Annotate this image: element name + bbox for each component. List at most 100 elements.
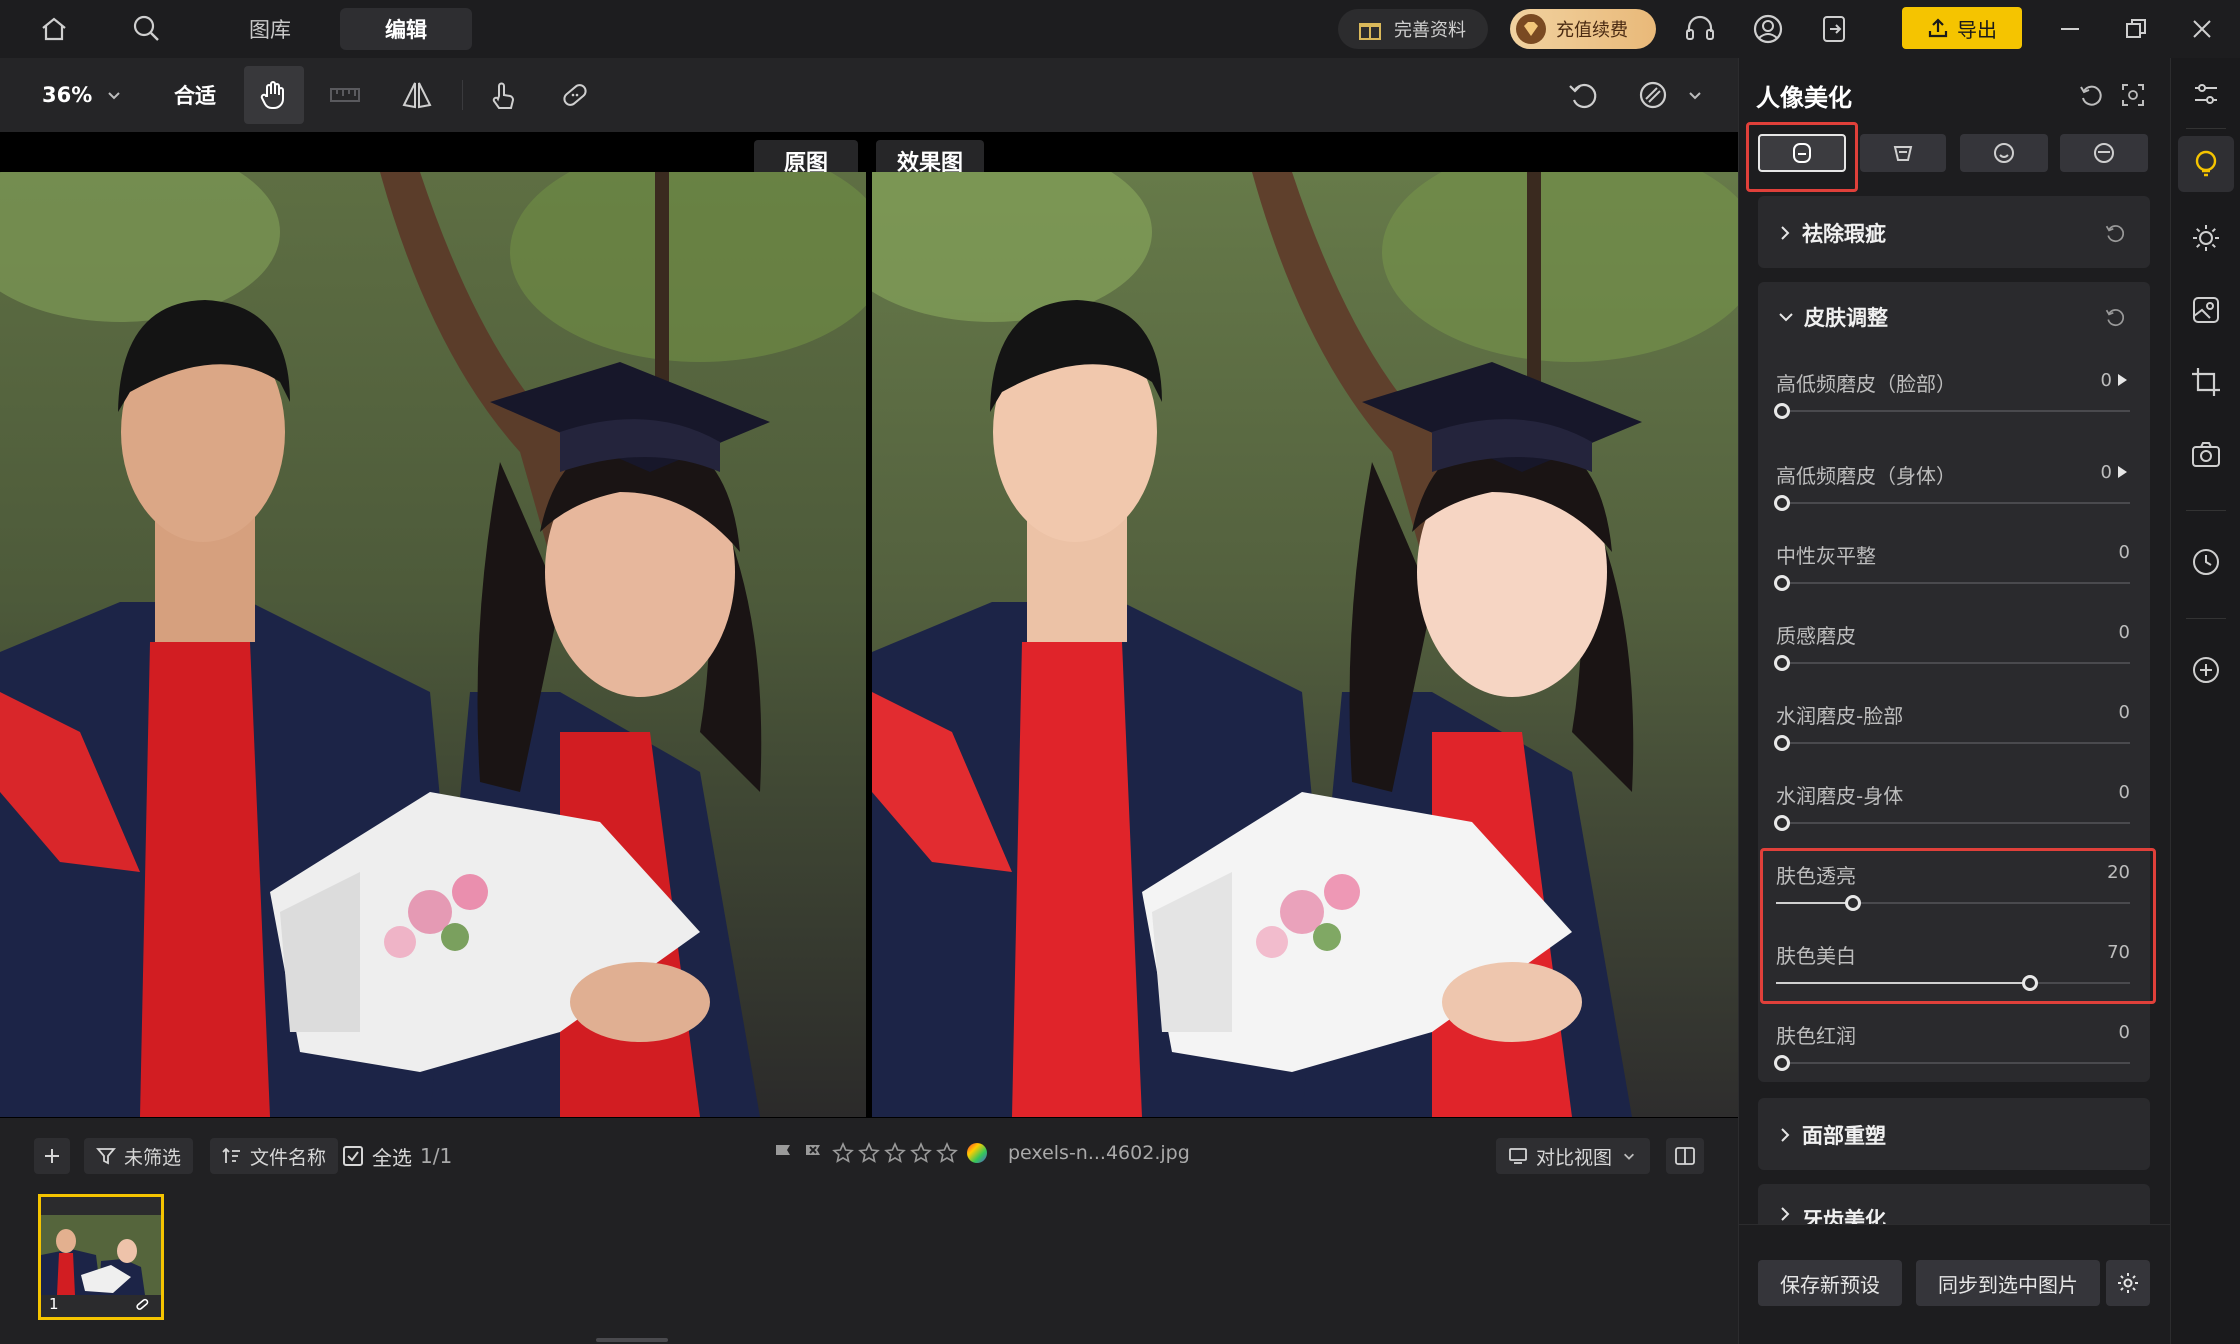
star-icon[interactable]	[910, 1142, 932, 1164]
sliders-icon[interactable]	[2186, 74, 2226, 114]
section-face-label: 面部重塑	[1802, 1124, 1886, 1148]
section-teeth-title[interactable]: 牙齿美化	[1778, 1204, 1886, 1224]
add-button[interactable]	[34, 1138, 70, 1174]
complete-profile-label: 完善资料	[1394, 20, 1466, 41]
portrait-tool-icon[interactable]	[2178, 136, 2234, 192]
brightness-icon[interactable]	[2186, 218, 2226, 258]
reset-icon[interactable]	[2100, 218, 2130, 248]
slider-knob[interactable]	[1774, 815, 1790, 831]
segment-body[interactable]	[1860, 134, 1946, 172]
fit-button[interactable]: 合适	[174, 78, 216, 112]
slider-value[interactable]: 0	[2070, 622, 2130, 643]
star-icon[interactable]	[832, 1142, 854, 1164]
image-adjust-icon[interactable]	[2186, 290, 2226, 330]
slider-knob[interactable]	[1774, 495, 1790, 511]
sort-button[interactable]: 文件名称	[210, 1138, 339, 1174]
section-face-title[interactable]: 面部重塑	[1778, 1120, 1886, 1150]
star-icon[interactable]	[936, 1142, 958, 1164]
slider-track[interactable]	[1774, 403, 2130, 419]
face-scan-icon[interactable]	[2116, 78, 2150, 112]
chevron-down-icon[interactable]	[1684, 84, 1706, 106]
slider-knob[interactable]	[1774, 1055, 1790, 1071]
segment-makeup[interactable]	[2060, 134, 2148, 172]
touch-tool-icon[interactable]	[480, 72, 526, 118]
tab-edit[interactable]: 编辑	[340, 8, 472, 50]
complete-profile-button[interactable]: 完善资料	[1338, 9, 1488, 49]
slider-track[interactable]	[1774, 575, 2130, 591]
slider-track[interactable]	[1774, 655, 2130, 671]
slider-track[interactable]	[1774, 735, 2130, 751]
star-icon[interactable]	[858, 1142, 880, 1164]
slider-knob[interactable]	[1774, 403, 1790, 419]
edited-badge-icon	[133, 1295, 151, 1313]
slider-value[interactable]: 0	[2070, 1022, 2130, 1043]
selection-count: 1/1	[420, 1144, 453, 1168]
camera-icon[interactable]	[2186, 434, 2226, 474]
slider-value[interactable]: 0	[2070, 542, 2130, 563]
reject-flag-icon[interactable]	[802, 1142, 824, 1164]
split-view-button[interactable]	[1666, 1138, 1704, 1174]
thumbnail[interactable]: 1	[38, 1194, 164, 1320]
before-photo[interactable]	[0, 172, 866, 1117]
export-button[interactable]: 导出	[1902, 7, 2022, 49]
segment-face[interactable]	[1960, 134, 2048, 172]
tab-library[interactable]: 图库	[222, 8, 318, 50]
diamond-icon	[1516, 14, 1546, 44]
color-label-icon[interactable]	[966, 1142, 988, 1164]
hand-tool-icon[interactable]	[244, 66, 304, 124]
undo-icon[interactable]	[1562, 74, 1604, 116]
slider-label: 高低频磨皮（脸部）	[1776, 372, 1956, 396]
reset-icon[interactable]	[2100, 302, 2130, 332]
slider-value[interactable]: 0	[2052, 370, 2112, 391]
slider-value[interactable]: 0	[2070, 702, 2130, 723]
overlay-icon[interactable]	[1630, 74, 1676, 116]
filmstrip-scrollbar[interactable]	[596, 1338, 668, 1342]
slider-knob[interactable]	[1774, 735, 1790, 751]
filter-button[interactable]: 未筛选	[84, 1138, 194, 1174]
bandage-icon[interactable]	[552, 72, 598, 118]
star-rating[interactable]	[832, 1142, 958, 1164]
chevron-down-icon	[1622, 1149, 1636, 1163]
minimize-icon[interactable]	[2052, 12, 2088, 46]
select-all-checkbox[interactable]: 全选 1/1	[342, 1140, 452, 1172]
slider-value[interactable]: 0	[2052, 462, 2112, 483]
flag-icon[interactable]	[772, 1142, 794, 1164]
section-blemish-title[interactable]: 祛除瑕疵	[1778, 218, 1886, 248]
search-icon[interactable]	[128, 10, 164, 46]
chevron-right-icon	[1778, 1127, 1792, 1143]
slider-track[interactable]	[1774, 1055, 2130, 1071]
recharge-button[interactable]: 充值续费	[1510, 9, 1656, 49]
panel-title: 人像美化	[1756, 84, 1852, 112]
slider-knob[interactable]	[1774, 655, 1790, 671]
slider-track[interactable]	[1774, 495, 2130, 511]
home-icon[interactable]	[36, 12, 72, 46]
history-icon[interactable]	[2186, 542, 2226, 582]
slider-knob[interactable]	[1774, 575, 1790, 591]
zoom-select[interactable]: 36%	[42, 78, 122, 112]
sync-selected-button[interactable]: 同步到选中图片	[1916, 1260, 2100, 1306]
view-mode-select[interactable]: 对比视图	[1496, 1138, 1650, 1174]
reset-icon[interactable]	[2074, 78, 2108, 112]
close-icon[interactable]	[2184, 12, 2220, 46]
restore-icon[interactable]	[2118, 12, 2154, 46]
ruler-icon[interactable]	[322, 72, 368, 118]
expand-arrow-icon[interactable]	[2118, 374, 2127, 386]
headset-icon[interactable]	[1680, 10, 1720, 48]
slider-track[interactable]	[1774, 815, 2130, 831]
rating-toolbar	[772, 1142, 988, 1164]
section-skin-title[interactable]: 皮肤调整	[1778, 302, 1888, 332]
preset-settings-button[interactable]	[2106, 1260, 2150, 1306]
add-tool-icon[interactable]	[2186, 650, 2226, 690]
sign-out-icon[interactable]	[1814, 10, 1854, 48]
highlight-box-segment	[1746, 122, 1858, 192]
save-preset-button[interactable]: 保存新预设	[1758, 1260, 1902, 1306]
flip-icon[interactable]	[394, 72, 440, 118]
star-icon[interactable]	[884, 1142, 906, 1164]
section-teeth-label: 牙齿美化	[1802, 1208, 1886, 1224]
slider-value[interactable]: 0	[2070, 782, 2130, 803]
user-icon[interactable]	[1748, 10, 1788, 48]
crop-icon[interactable]	[2186, 362, 2226, 402]
expand-arrow-icon[interactable]	[2118, 466, 2127, 478]
after-photo[interactable]	[872, 172, 1738, 1117]
slider-label: 水润磨皮-脸部	[1776, 704, 1904, 728]
